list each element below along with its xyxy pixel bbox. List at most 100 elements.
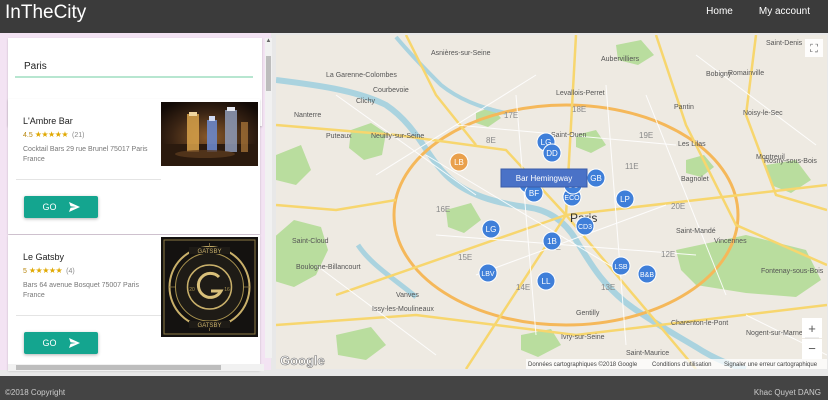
map-attribution: Données cartographiques ©2018 Google (528, 361, 638, 368)
review-count: (4) (66, 268, 75, 275)
scrollbar-thumb[interactable] (16, 365, 221, 370)
place-name: Le Gatsby (23, 252, 65, 262)
map-place-label: Pantin (674, 104, 694, 111)
arrondissement-label: 14E (516, 283, 530, 292)
arrondissement-label: 12E (661, 250, 675, 259)
marker-label: ECO (564, 195, 580, 202)
nav-menu: Home My account (706, 6, 810, 17)
zoom-out-button[interactable]: − (802, 339, 822, 359)
nav-home-link[interactable]: Home (706, 6, 733, 17)
map-place-label: Les Lilas (678, 141, 706, 148)
map-place-label: Asnières-sur-Seine (431, 50, 491, 57)
marker-tooltip[interactable]: Bar Hemingway (500, 168, 588, 188)
map-place-label: Saint-Denis (766, 40, 803, 47)
scroll-up-icon[interactable]: ▲ (265, 38, 272, 44)
copyright-text: ©2018 Copyright (5, 388, 66, 397)
arrondissement-label: 19E (639, 131, 653, 140)
divider (16, 179, 161, 180)
fullscreen-icon: ⛶ (810, 43, 818, 55)
map-marker[interactable]: LSB (611, 256, 631, 276)
nav-account-link[interactable]: My account (759, 6, 810, 17)
scrollbar-thumb[interactable] (266, 56, 271, 91)
place-photo (161, 102, 258, 166)
marker-label: GB (590, 174, 602, 183)
google-logo[interactable]: Google (280, 353, 325, 369)
map-marker[interactable]: B&B (637, 264, 657, 284)
map-marker[interactable]: LP (615, 189, 635, 209)
place-rating: 5 ★★★★★ (4) (23, 266, 75, 275)
arrondissement-label: 13E (601, 283, 615, 292)
arrondissement-label: 17E (504, 111, 518, 120)
map-place-label: Charenton-le-Pont (671, 320, 728, 327)
map-marker[interactable]: GB (586, 168, 606, 188)
arrondissement-label: 18E (572, 105, 586, 114)
arrondissement-label: 16E (436, 205, 450, 214)
marker-label: LP (620, 195, 630, 204)
tooltip-label: Bar Hemingway (516, 174, 572, 183)
svg-text:20: 20 (189, 287, 195, 293)
map-place-label: Puteaux (326, 133, 352, 140)
fullscreen-button[interactable]: ⛶ (805, 39, 823, 57)
arrondissement-label: 11E (625, 162, 639, 171)
brand-logo[interactable]: InTheCity (5, 2, 86, 24)
map-place-label: Saint-Maurice (626, 350, 669, 357)
star-rating-icon: ★★★★★ (34, 130, 69, 139)
map-place-label: Vincennes (714, 238, 747, 245)
map-marker[interactable]: 1B (542, 231, 562, 251)
map-place-label: Noisy-le-Sec (743, 110, 783, 117)
map-place-label: Clichy (356, 98, 376, 105)
place-address: Bars 64 avenue Bosquet 75007 Paris Franc… (23, 282, 139, 299)
map-marker[interactable]: LG (481, 219, 501, 239)
top-navbar: InTheCity Home My account (0, 0, 828, 33)
marker-label: CD3 (578, 224, 592, 231)
map-place-label: Bagnolet (681, 176, 709, 183)
map-place-label: Boulogne-Billancourt (296, 264, 361, 271)
place-rating: 4.5 ★★★★★ (21) (23, 130, 84, 139)
arrondissement-label: 15E (458, 253, 472, 262)
footer: ©2018 Copyright Khac Quyet DANG (0, 376, 828, 400)
map-marker[interactable]: LB (449, 152, 469, 172)
divider (16, 315, 161, 316)
map-view[interactable]: Asnières-sur-Seine Aubervilliers Bobigny Na… (276, 35, 827, 369)
marker-label: DD (546, 149, 558, 158)
map-marker[interactable]: CD3 (575, 216, 595, 236)
arrondissement-label: 20E (671, 202, 685, 211)
map-place-label: Ivry-sur-Seine (561, 334, 605, 341)
place-card[interactable]: Le Gatsby 5 ★★★★★ (4) Bars 64 avenue Bos… (8, 235, 260, 370)
arrondissement-label: 8E (486, 136, 496, 145)
send-icon (68, 202, 80, 212)
marker-label: B&B (640, 272, 654, 279)
marker-label: LG (486, 225, 497, 234)
send-icon (68, 338, 80, 348)
map-place-label: Courbevoie (373, 87, 409, 94)
place-logo: GATSBY GATSBY 20 16 (161, 237, 258, 337)
results-panel: L'Ambre Bar 4.5 ★★★★★ (21) Cocktail Bars… (0, 33, 272, 371)
marker-label: LBV (481, 271, 495, 278)
map-place-label: Levallois-Perret (556, 90, 605, 97)
search-input[interactable] (15, 56, 253, 78)
author-name: Khac Quyet DANG (753, 388, 821, 397)
zoom-in-button[interactable]: + (802, 318, 822, 338)
map-place-label: Nanterre (294, 112, 321, 119)
place-card[interactable]: L'Ambre Bar 4.5 ★★★★★ (21) Cocktail Bars… (8, 99, 260, 234)
map-place-label: Neuilly-sur-Seine (371, 133, 424, 140)
go-label: GO (42, 202, 57, 212)
zoom-out-icon: − (808, 341, 816, 356)
report-error-link[interactable]: Signaler une erreur cartographique (724, 362, 818, 368)
map-place-label: Fontenay-sous-Bois (761, 268, 824, 275)
review-count: (21) (72, 132, 85, 139)
marker-label: LL (542, 277, 551, 286)
vertical-scrollbar[interactable]: ▲ (265, 38, 272, 358)
rating-value: 4.5 (23, 132, 33, 139)
go-button[interactable]: GO (24, 196, 98, 218)
map-marker[interactable]: LBV (478, 263, 498, 283)
horizontal-scrollbar[interactable] (8, 364, 264, 371)
terms-link[interactable]: Conditions d'utilisation (652, 362, 712, 368)
go-button[interactable]: GO (24, 332, 98, 354)
map-marker[interactable]: LL (536, 271, 556, 291)
map-place-label: Saint-Cloud (292, 238, 329, 245)
map-marker[interactable]: DD (542, 143, 562, 163)
svg-text:GATSBY: GATSBY (198, 323, 222, 329)
place-name: L'Ambre Bar (23, 116, 73, 126)
marker-label: LB (454, 158, 464, 167)
